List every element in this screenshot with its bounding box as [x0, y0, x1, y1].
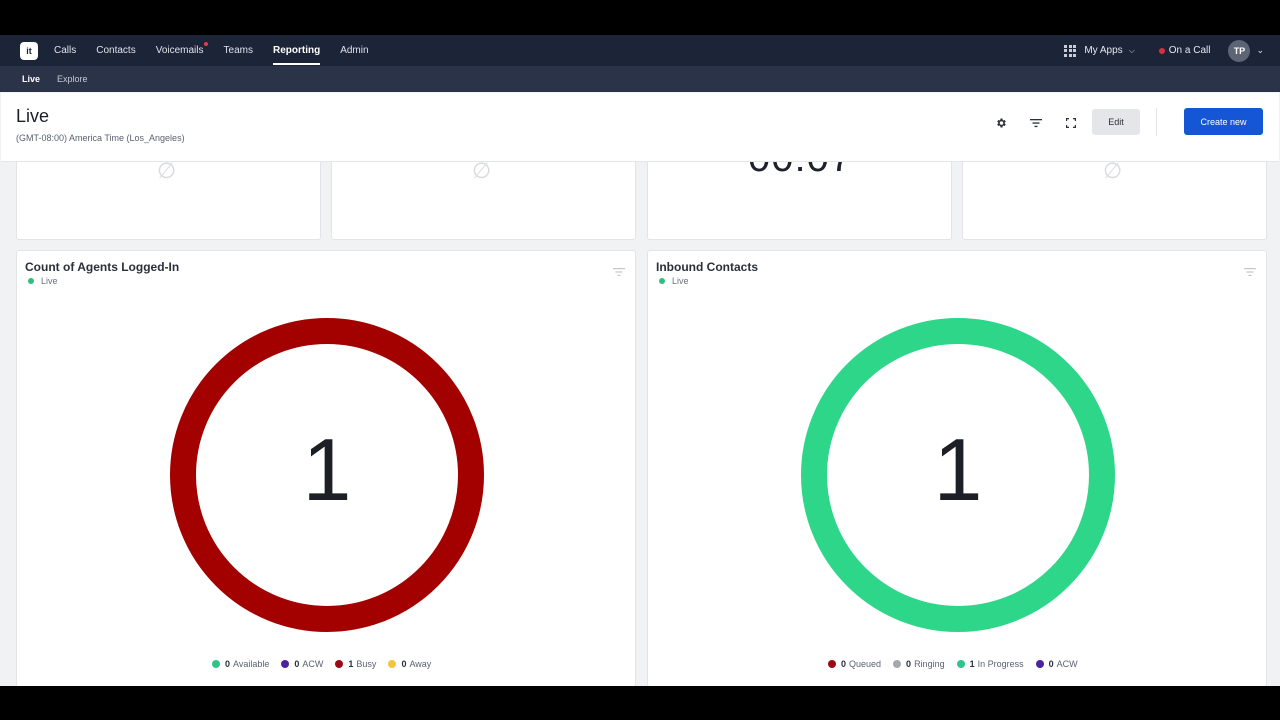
app-logo[interactable]: it	[20, 41, 38, 60]
page-header: Live (GMT-08:00) America Time (Los_Angel…	[1, 93, 1279, 162]
legend-item-away[interactable]: 0 Away	[388, 659, 431, 669]
apps-grid-icon	[1064, 44, 1077, 57]
metric-card-2[interactable]: ∅	[331, 162, 636, 240]
agent-status[interactable]: On a Call	[1158, 45, 1211, 56]
filter-icon[interactable]	[1028, 115, 1044, 131]
legend-swatch	[1035, 660, 1044, 668]
metric-card-4[interactable]: ∅	[962, 162, 1267, 240]
sub-navigation: Live Explore	[0, 66, 1280, 92]
panel-title: Count of Agents Logged-In	[25, 260, 180, 274]
legend-label: Ringing	[914, 659, 945, 669]
legend-swatch	[335, 660, 344, 668]
live-dot-icon	[28, 278, 34, 284]
avatar[interactable]: TP	[1228, 39, 1251, 62]
legend-swatch	[388, 660, 397, 668]
panel-title: Inbound Contacts	[656, 260, 758, 274]
nav-item-calls[interactable]: Calls	[54, 35, 76, 66]
my-apps-label: My Apps	[1084, 45, 1123, 56]
nav-item-reporting[interactable]: Reporting	[272, 35, 321, 66]
app-window: it Calls Contacts Voicemails Teams Repor…	[0, 35, 1280, 686]
subnav-item-live[interactable]: Live	[22, 74, 40, 84]
live-label: Live	[672, 276, 689, 286]
agent-status-label: On a Call	[1168, 45, 1211, 56]
legend-label: ACW	[302, 659, 324, 669]
agents-logged-in-panel: Count of Agents Logged-In Live 1 0 Availa…	[16, 250, 636, 686]
legend-item-busy[interactable]: 1 Busy	[335, 659, 376, 669]
legend-swatch	[281, 660, 290, 668]
donut-legend: 0 Available 0 ACW 1 Busy 0 Away	[212, 659, 443, 669]
legend-swatch	[956, 660, 965, 668]
donut-legend: 0 Queued 0 Ringing 1 In Progress 0 ACW	[828, 659, 1090, 669]
legend-count: 0	[401, 659, 407, 669]
empty-value-icon: ∅	[1103, 162, 1123, 183]
live-dot-icon	[659, 278, 665, 284]
legend-label: In Progress	[977, 659, 1024, 669]
metric-card-3[interactable]: 00:07	[647, 162, 952, 240]
legend-item-acw[interactable]: 0 ACW	[1035, 659, 1078, 669]
legend-label: Available	[233, 659, 270, 669]
live-label: Live	[41, 276, 58, 286]
panel-filter-icon[interactable]	[613, 264, 625, 276]
nav-item-teams[interactable]: Teams	[224, 35, 253, 66]
chevron-down-icon: ⌵	[1128, 45, 1135, 55]
top-navigation: it Calls Contacts Voicemails Teams Repor…	[0, 35, 1280, 66]
legend-count: 1	[969, 659, 975, 669]
legend-swatch	[828, 660, 836, 668]
fullscreen-icon[interactable]	[1063, 115, 1079, 131]
metric-time-value: 00:07	[748, 162, 853, 181]
panel-live-status: Live	[659, 276, 689, 286]
settings-gear-icon[interactable]	[993, 115, 1009, 131]
header-divider	[1156, 108, 1157, 136]
legend-item-acw[interactable]: 0 ACW	[281, 659, 323, 669]
empty-value-icon: ∅	[472, 162, 492, 183]
empty-value-icon: ∅	[157, 162, 177, 183]
notification-dot	[203, 42, 208, 46]
legend-count: 0	[294, 659, 300, 669]
legend-label: ACW	[1056, 659, 1078, 669]
subnav-item-explore[interactable]: Explore	[57, 74, 88, 84]
legend-swatch	[893, 660, 902, 668]
legend-item-available[interactable]: 0 Available	[212, 659, 269, 669]
legend-count: 0	[906, 659, 912, 669]
legend-count: 1	[348, 659, 354, 669]
page-title: Live	[16, 106, 50, 126]
panel-filter-icon[interactable]	[1244, 264, 1256, 276]
panel-live-status: Live	[28, 276, 58, 286]
nav-item-voicemails-label: Voicemails	[155, 45, 204, 56]
nav-item-admin[interactable]: Admin	[340, 35, 368, 66]
legend-label: Busy	[356, 659, 377, 669]
legend-count: 0	[1048, 659, 1054, 669]
legend-item-queued[interactable]: 0 Queued	[828, 659, 881, 669]
donut-center-value: 1	[302, 420, 352, 519]
timezone-label: (GMT-08:00) America Time (Los_Angeles)	[16, 133, 185, 143]
status-dot-icon	[1158, 47, 1165, 54]
nav-item-voicemails[interactable]: Voicemails	[155, 35, 208, 66]
my-apps-menu[interactable]: My Apps ⌵	[1064, 44, 1135, 57]
inbound-contacts-panel: Inbound Contacts Live 1 0 Queued 0 Ringing…	[647, 250, 1267, 686]
create-new-button[interactable]: Create new	[1184, 108, 1263, 135]
legend-item-ringing[interactable]: 0 Ringing	[893, 659, 945, 669]
legend-count: 0	[225, 659, 231, 669]
legend-label: Queued	[849, 659, 882, 669]
legend-label: Away	[409, 659, 432, 669]
legend-swatch	[212, 660, 220, 668]
donut-center-value: 1	[933, 420, 983, 519]
edit-button[interactable]: Edit	[1092, 109, 1140, 135]
metric-card-1[interactable]: ∅	[16, 162, 321, 240]
legend-count: 0	[841, 659, 847, 669]
nav-item-contacts[interactable]: Contacts	[96, 35, 135, 66]
legend-item-in-progress[interactable]: 1 In Progress	[956, 659, 1024, 669]
avatar-chevron-down-icon[interactable]: ⌄	[1256, 45, 1264, 56]
